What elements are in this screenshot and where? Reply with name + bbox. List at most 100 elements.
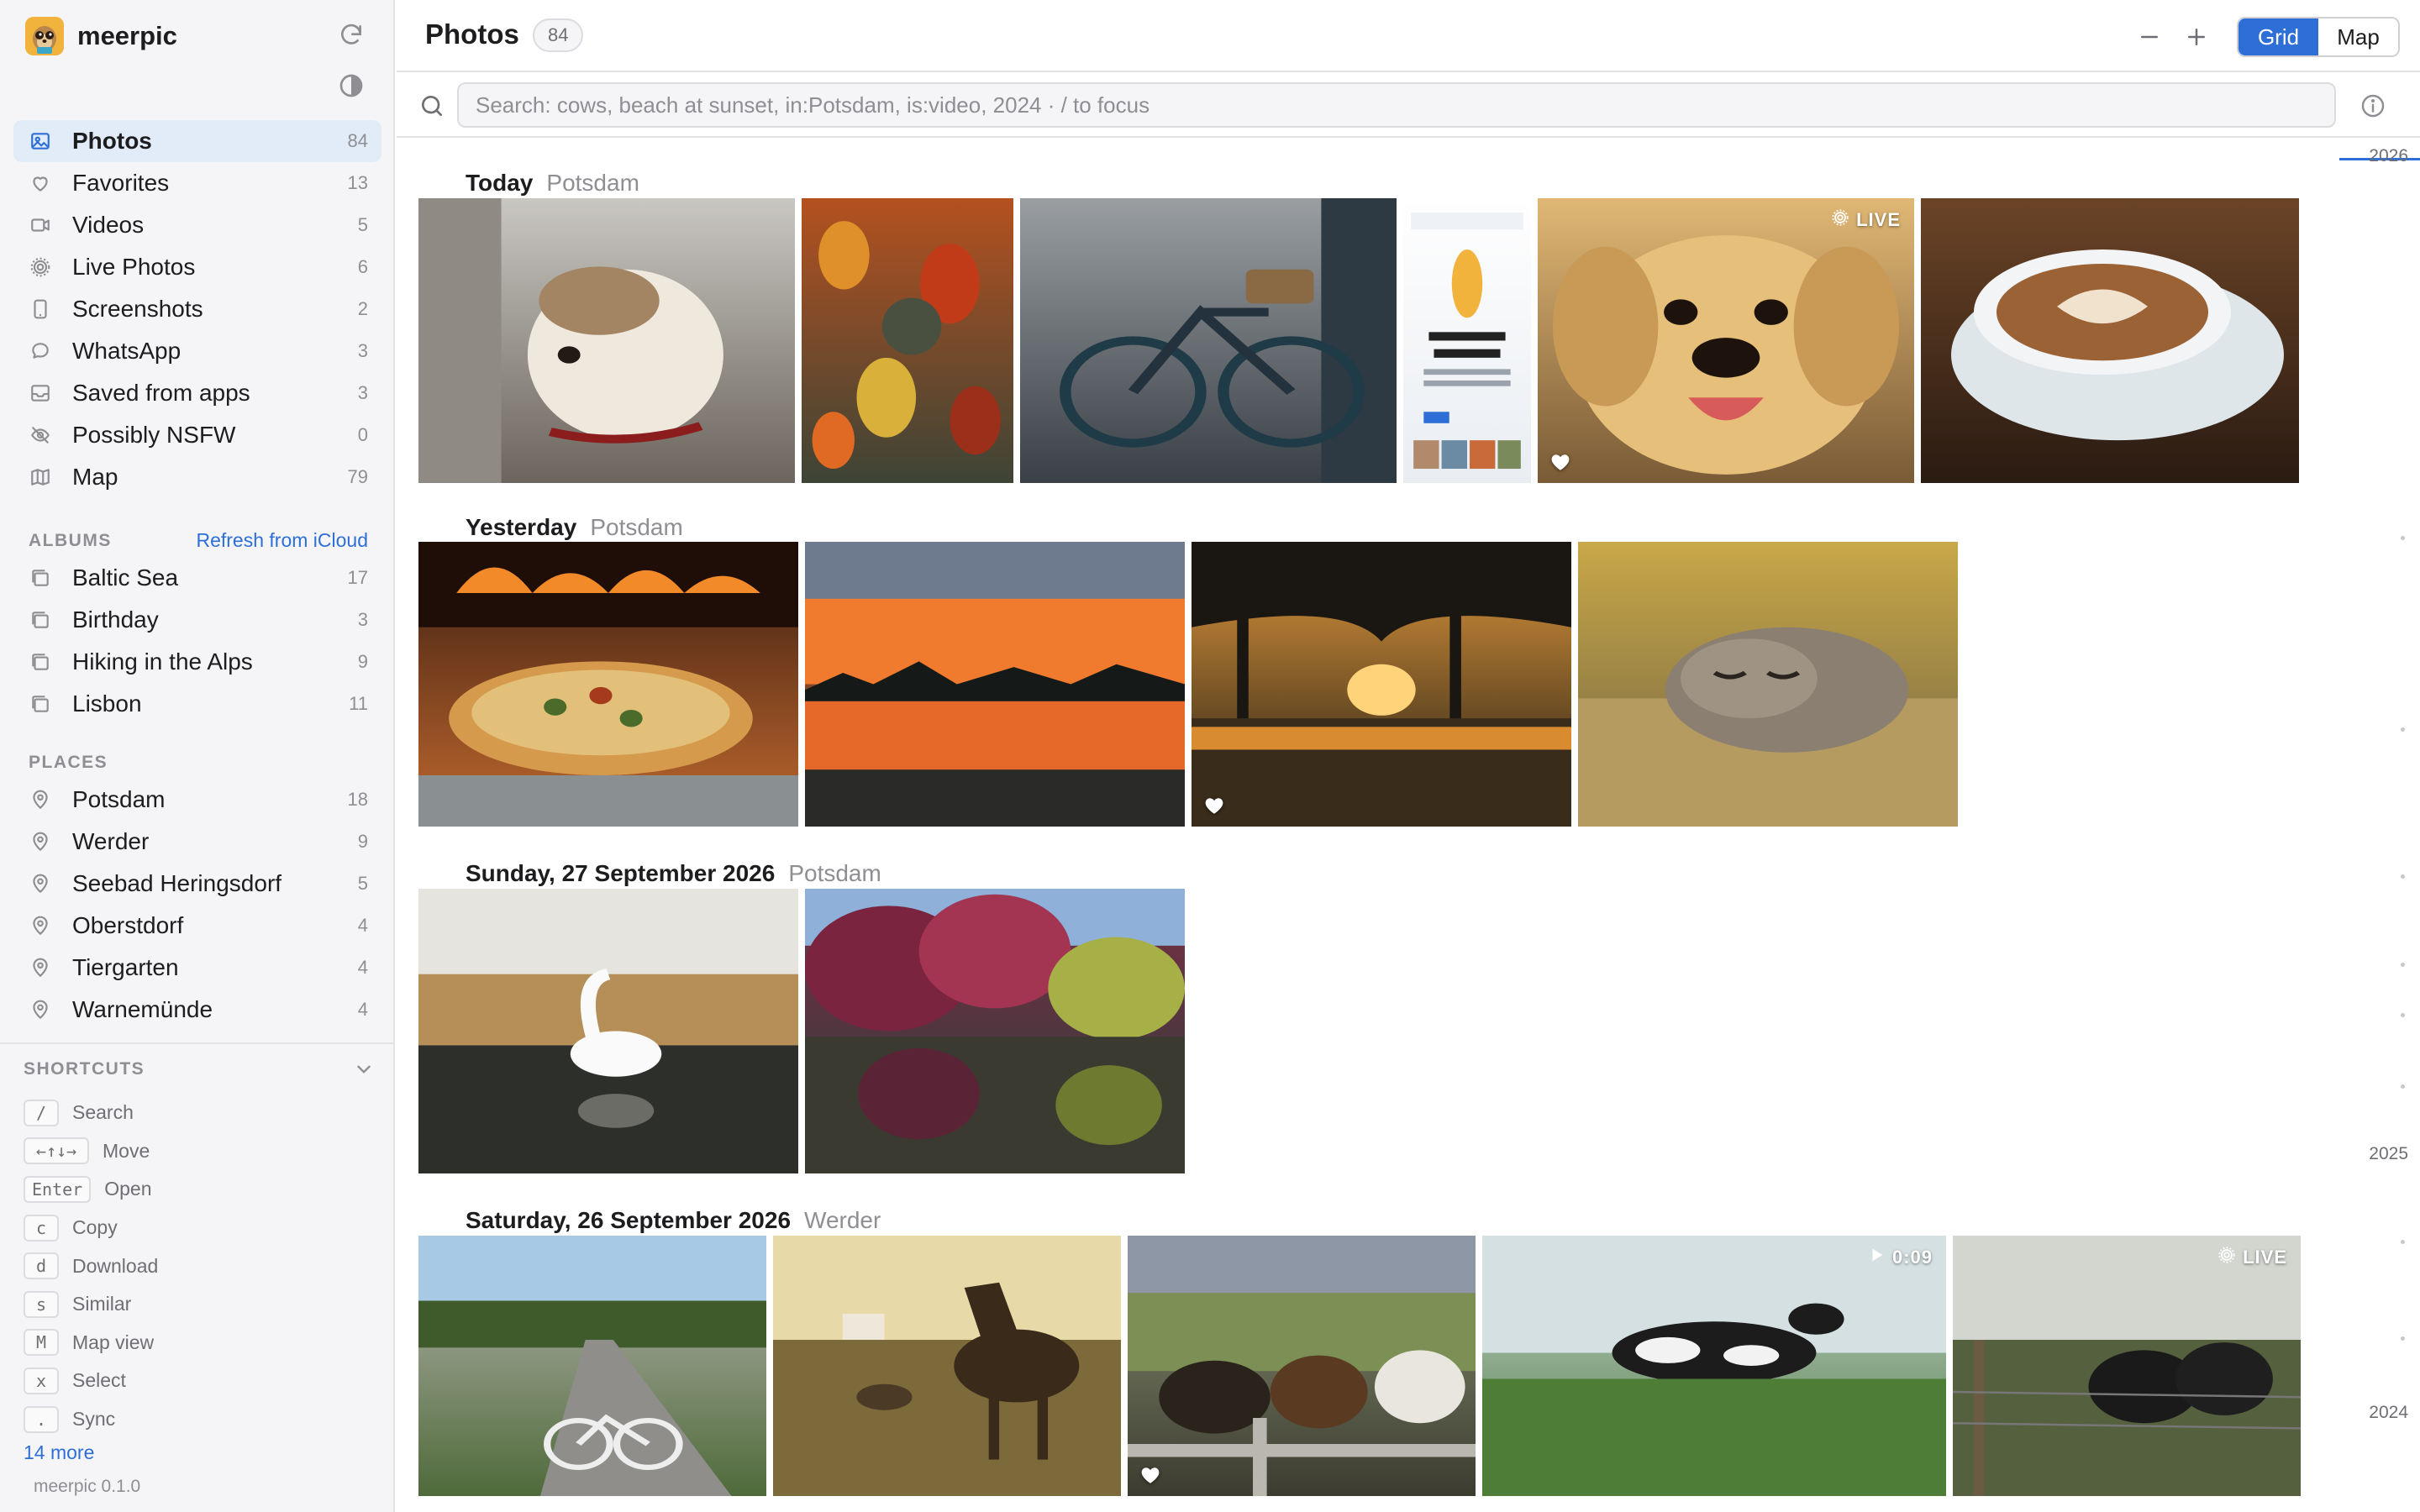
sidebar-item-saved-from-apps[interactable]: Saved from apps 3 — [13, 372, 381, 414]
place-item-warnemunde[interactable]: Warnemünde 4 — [13, 989, 381, 1031]
sidebar-item-map[interactable]: Map 79 — [13, 456, 381, 498]
nav-label: Favorites — [72, 170, 170, 196]
album-item-hiking-in-the-alps[interactable]: Hiking in the Alps 9 — [13, 641, 381, 683]
pin-icon — [29, 830, 52, 853]
live-icon — [29, 255, 52, 279]
photo-tile[interactable] — [805, 542, 1185, 827]
shortcut-move: ←↑↓→ Move — [24, 1132, 376, 1171]
shortcut-list: / Search ←↑↓→ Move Enter Open c Copy d Download s S… — [24, 1094, 376, 1438]
sidebar-item-photos[interactable]: Photos 84 — [13, 120, 381, 162]
nav-label: Oberstdorf — [72, 912, 184, 938]
photo-tile[interactable] — [418, 198, 795, 483]
sidebar-item-possibly-nsfw[interactable]: Possibly NSFW 0 — [13, 414, 381, 456]
nav-count: 9 — [357, 831, 368, 852]
album-item-baltic-sea[interactable]: Baltic Sea 17 — [13, 557, 381, 599]
nav-count: 4 — [357, 957, 368, 978]
place-item-potsdam[interactable]: Potsdam 18 — [13, 779, 381, 821]
place-item-oberstdorf[interactable]: Oberstdorf 4 — [13, 905, 381, 947]
place-item-werder[interactable]: Werder 9 — [13, 821, 381, 863]
photo-tile[interactable] — [418, 1236, 766, 1496]
shortcut-download: d Download — [24, 1247, 376, 1285]
sidebar-item-screenshots[interactable]: Screenshots 2 — [13, 288, 381, 330]
nav-count: 11 — [349, 693, 368, 714]
timeline-tick[interactable] — [2401, 536, 2405, 540]
refresh-icloud-link[interactable]: Refresh from iCloud — [196, 529, 368, 552]
timeline-tick[interactable] — [2401, 874, 2405, 879]
sidebar-item-whatsapp[interactable]: WhatsApp 3 — [13, 330, 381, 372]
photo-thumbnail-image — [1403, 198, 1531, 483]
photo-tile[interactable] — [802, 198, 1013, 483]
photo-tile[interactable] — [1578, 542, 1958, 827]
shortcut-label: Similar — [72, 1293, 132, 1315]
phone-icon — [29, 297, 52, 321]
day-place[interactable]: Potsdam — [590, 514, 683, 541]
zoom-out-button[interactable] — [2131, 18, 2168, 55]
shortcut-select: x Select — [24, 1362, 376, 1400]
photo-thumbnail-image — [1538, 198, 1914, 483]
sidebar-item-favorites[interactable]: Favorites 13 — [13, 162, 381, 204]
top-bar: Photos 84 Grid Map — [397, 0, 2420, 72]
day-date: Saturday, 26 September 2026 — [466, 1207, 792, 1233]
photo-tile[interactable] — [805, 889, 1185, 1173]
theme-toggle-icon[interactable] — [334, 69, 368, 102]
day-place[interactable]: Potsdam — [788, 860, 881, 887]
nav-count: 5 — [357, 214, 368, 235]
chevron-down-icon[interactable] — [353, 1058, 375, 1080]
photo-tile[interactable]: LIVE — [1538, 198, 1914, 483]
brand[interactable]: meerpic — [25, 17, 177, 55]
photo-tile[interactable] — [1921, 198, 2299, 483]
albums-nav: Baltic Sea 17 Birthday 3 Hiking in the Alps 9… — [13, 557, 381, 725]
photo-tile[interactable] — [773, 1236, 1121, 1496]
timeline-year[interactable]: 2026 — [2369, 146, 2408, 166]
sidebar-item-live-photos[interactable]: Live Photos 6 — [13, 246, 381, 288]
map-view-button[interactable]: Map — [2318, 18, 2398, 55]
shortcut-open: Enter Open — [24, 1170, 376, 1209]
photo-tile[interactable] — [418, 889, 798, 1173]
timeline-tick[interactable] — [2401, 963, 2405, 967]
video-duration-badge: 0:09 — [1867, 1246, 1933, 1269]
shortcuts-heading[interactable]: SHORTCUTS — [24, 1058, 375, 1080]
places-heading-label: PLACES — [29, 753, 108, 772]
photo-tile[interactable] — [1128, 1236, 1476, 1496]
timeline-tick[interactable] — [2401, 1013, 2405, 1017]
photo-tile[interactable]: 0:09 — [1482, 1236, 1946, 1496]
timeline-tick[interactable] — [2401, 1084, 2405, 1089]
timeline-tick[interactable] — [2401, 1336, 2405, 1341]
zoom-in-button[interactable] — [2178, 18, 2215, 55]
album-icon — [29, 566, 52, 590]
photo-thumbnail-image — [1578, 542, 1958, 827]
timeline-tick[interactable] — [2401, 727, 2405, 732]
shortcuts-heading-label: SHORTCUTS — [24, 1059, 145, 1079]
timeline-year[interactable]: 2025 — [2369, 1144, 2408, 1164]
grid-view-button[interactable]: Grid — [2238, 18, 2318, 55]
version-label: meerpic 0.1.0 — [34, 1477, 141, 1496]
shortcut-label: Open — [104, 1178, 152, 1200]
photo-tile[interactable] — [1192, 542, 1571, 827]
photo-tile[interactable]: LIVE — [1953, 1236, 2301, 1496]
info-icon[interactable] — [2360, 92, 2386, 119]
day-place[interactable]: Werder — [804, 1207, 881, 1234]
album-item-birthday[interactable]: Birthday 3 — [13, 599, 381, 641]
place-item-seebad-heringsdorf[interactable]: Seebad Heringsdorf 5 — [13, 863, 381, 905]
sidebar-item-videos[interactable]: Videos 5 — [13, 204, 381, 246]
photo-tile[interactable] — [418, 542, 798, 827]
nav-label: Lisbon — [72, 690, 142, 717]
place-item-tiergarten[interactable]: Tiergarten 4 — [13, 947, 381, 989]
nav-label: Saved from apps — [72, 380, 250, 406]
album-item-lisbon[interactable]: Lisbon 11 — [13, 683, 381, 725]
photo-tile[interactable] — [1403, 198, 1531, 483]
nav-label: Baltic Sea — [72, 564, 179, 591]
places-nav: Potsdam 18 Werder 9 Seebad Heringsdorf 5 Obers… — [13, 779, 381, 1031]
timeline-year[interactable]: 2024 — [2369, 1403, 2408, 1423]
day-place[interactable]: Potsdam — [546, 170, 639, 197]
pin-icon — [29, 998, 52, 1021]
search-input[interactable] — [457, 82, 2336, 128]
refresh-icon[interactable] — [334, 18, 368, 52]
timeline-scrubber[interactable]: 2026 2025 2024 — [2338, 139, 2420, 1512]
live-icon — [2217, 1246, 2243, 1269]
timeline-tick[interactable] — [2401, 1240, 2405, 1244]
more-shortcuts-link[interactable]: 14 more — [24, 1441, 94, 1464]
photo-thumbnail-image — [773, 1236, 1121, 1496]
photo-thumbnail-image — [1128, 1236, 1476, 1496]
photo-tile[interactable] — [1020, 198, 1397, 483]
